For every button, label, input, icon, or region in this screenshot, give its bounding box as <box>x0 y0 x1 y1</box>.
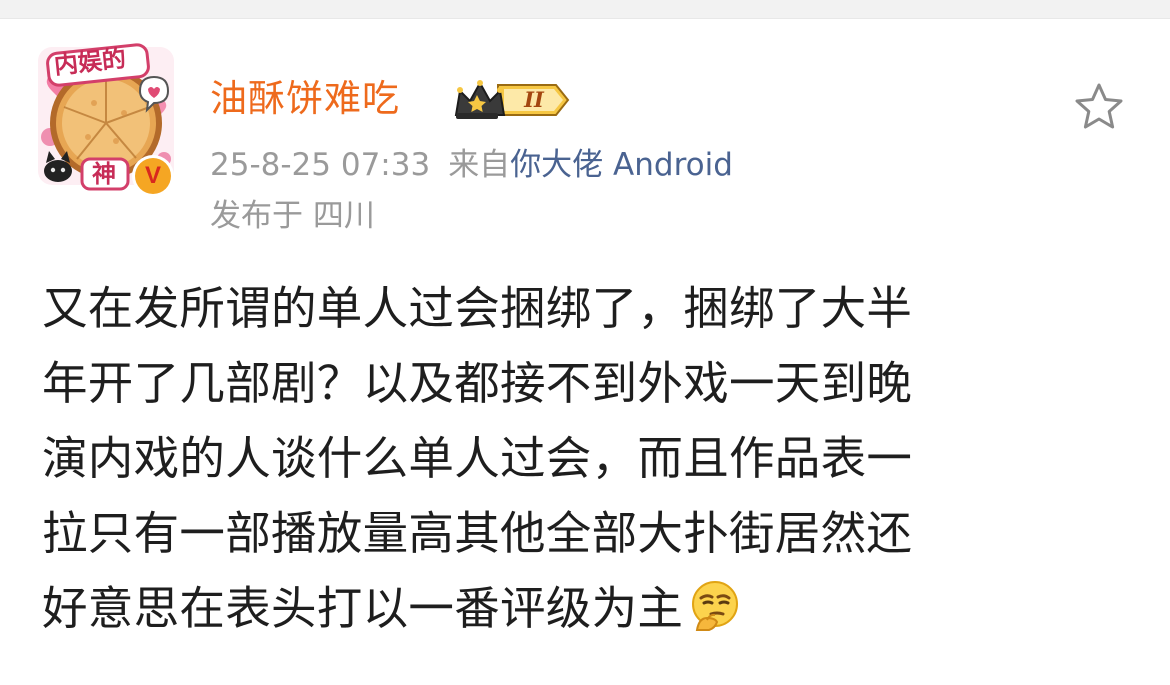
from-label: 来自 <box>448 147 511 183</box>
star-outline-icon <box>1075 83 1123 129</box>
favorite-button[interactable] <box>1071 79 1127 135</box>
top-divider <box>0 0 1170 19</box>
level-badge-label: II <box>524 87 544 112</box>
content-line-text: 好意思在表头打以一番评级为主 <box>42 582 684 635</box>
post-timestamp: 25-8-25 07:33 <box>210 147 431 183</box>
post-location: 发布于 四川 <box>210 198 375 234</box>
post-meta: 25-8-25 07:33 来自你大佬 Android <box>210 146 733 184</box>
content-line: 拉只有一部播放量高其他全部大扑街居然还 <box>42 507 913 560</box>
content-line: 年开了几部剧？以及都接不到外戏一天到晚 <box>42 357 913 410</box>
level-badge[interactable]: II <box>452 77 570 123</box>
username-link[interactable]: 油酥饼难吃 <box>210 77 400 121</box>
client-source-link[interactable]: 你大佬 Android <box>510 147 733 183</box>
avatar[interactable]: 内娱的 神 V <box>36 41 176 197</box>
verified-v-icon: V <box>130 153 176 199</box>
post-content: 又在发所谓的单人过会捆绑了，捆绑了大半 年开了几部剧？以及都接不到外戏一天到晚 … <box>42 271 1102 646</box>
thinking-face-emoji-icon <box>692 581 739 631</box>
avatar-frame-bottom-text: 神 <box>92 160 116 188</box>
verified-v-label: V <box>144 162 161 189</box>
content-line: 又在发所谓的单人过会捆绑了，捆绑了大半 <box>42 282 913 335</box>
content-line: 演内戏的人谈什么单人过会，而且作品表一 <box>42 432 913 485</box>
weibo-post-card: 内娱的 神 V 油酥饼难吃 II 25-8-25 07:33 来自你大佬 Andr… <box>0 19 1170 685</box>
content-line-last: 好意思在表头打以一番评级为主 <box>42 571 1102 646</box>
